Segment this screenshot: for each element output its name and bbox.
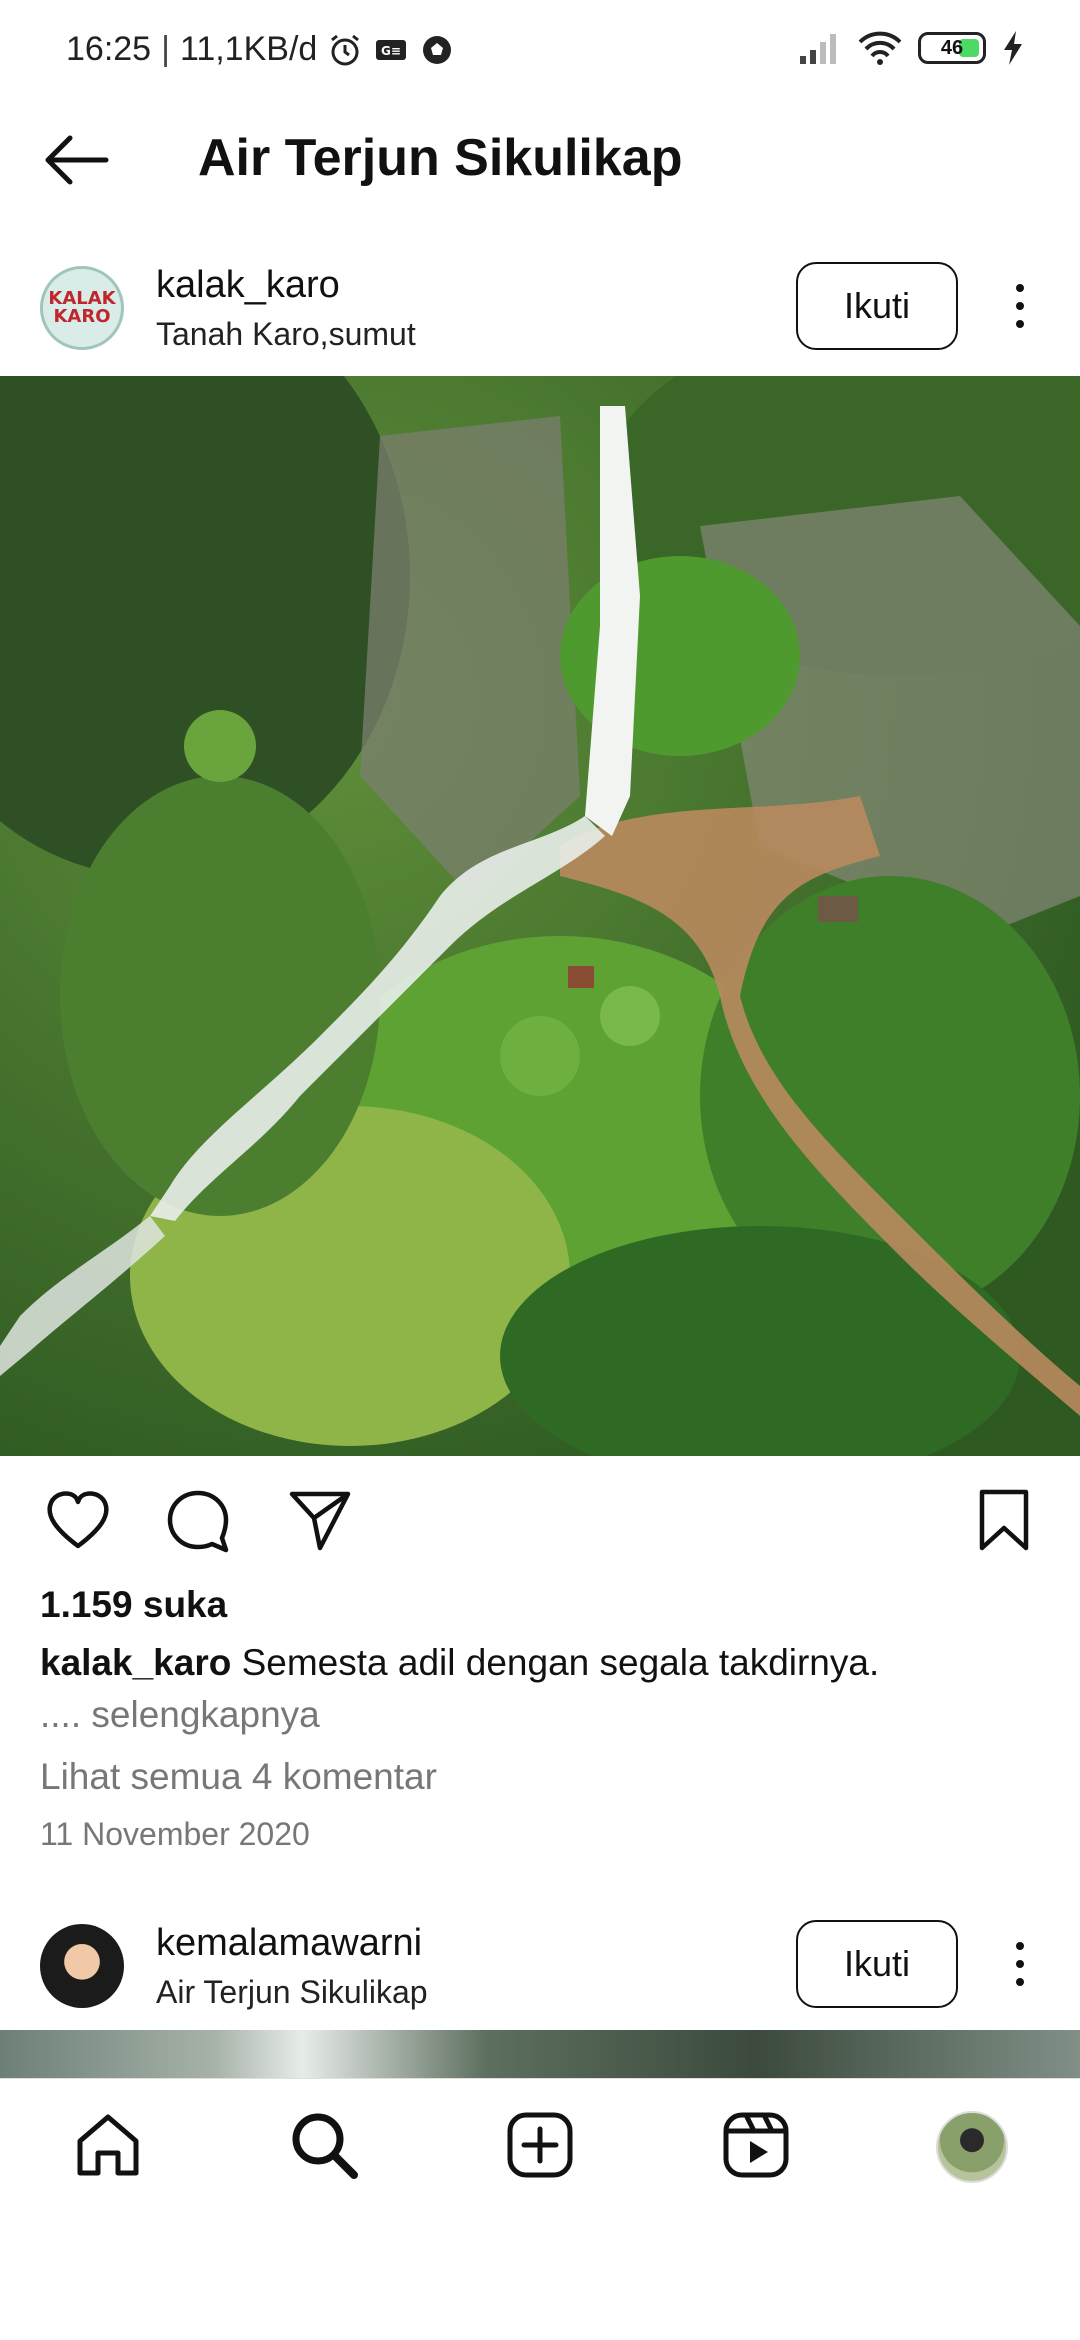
comment-icon[interactable] — [164, 1486, 232, 1554]
search-icon[interactable] — [288, 2109, 360, 2181]
more-options-icon[interactable] — [1000, 276, 1040, 336]
avatar[interactable] — [40, 1924, 124, 2008]
avatar[interactable]: KALAK KARO — [40, 266, 124, 350]
status-right: 46 — [798, 30, 1024, 66]
heart-icon[interactable] — [44, 1486, 112, 1554]
battery-icon: 46 — [918, 32, 986, 64]
likes-count[interactable]: 1.159 suka — [40, 1584, 227, 1626]
profile-avatar[interactable] — [936, 2111, 1008, 2183]
see-more-link[interactable]: .... selengkapnya — [40, 1694, 320, 1736]
alarm-icon — [331, 34, 360, 65]
follow-button[interactable]: Ikuti — [796, 1920, 958, 2008]
status-time: 16:25 — [66, 30, 152, 68]
status-left: 16:25 | 11,1KB/d G≡ — [66, 30, 455, 69]
signal-icon — [800, 34, 836, 64]
soccer-ball-icon — [423, 35, 452, 64]
more-dot — [1016, 302, 1024, 310]
page-title: Air Terjun Sikulikap — [198, 129, 683, 187]
follow-button[interactable]: Ikuti — [796, 262, 958, 350]
sim-icon: G≡ — [376, 39, 407, 60]
share-icon[interactable] — [286, 1486, 354, 1554]
more-dot — [1016, 284, 1024, 292]
battery-level: 46 — [940, 36, 964, 59]
reels-icon[interactable] — [720, 2109, 792, 2181]
post-header: kemalamawarni Air Terjun Sikulikap Ikuti — [0, 1900, 1080, 2020]
post-caption: kalak_karo Semesta adil dengan segala ta… — [40, 1642, 1040, 1684]
post-actions — [0, 1480, 1080, 1560]
more-options-icon[interactable] — [1000, 1934, 1040, 1994]
bottom-navigation — [0, 2078, 1080, 2210]
more-dot — [1016, 1960, 1024, 1968]
wifi-icon — [858, 31, 902, 65]
network-speed: 11,1KB/d — [179, 30, 318, 68]
view-comments-link[interactable]: Lihat semua 4 komentar — [40, 1756, 437, 1798]
post-location[interactable]: Air Terjun Sikulikap — [156, 1974, 428, 2011]
charging-icon — [1004, 31, 1022, 65]
caption-text: Semesta adil dengan segala takdirnya. — [231, 1642, 880, 1683]
status-separator: | — [161, 30, 170, 68]
post-username[interactable]: kalak_karo — [156, 264, 340, 307]
post-date: 11 November 2020 — [40, 1816, 310, 1852]
more-dot — [1016, 1942, 1024, 1950]
post-username[interactable]: kemalamawarni — [156, 1922, 422, 1965]
svg-text:G≡: G≡ — [381, 44, 401, 58]
system-bar — [0, 2210, 1080, 2340]
post-header: KALAK KARO kalak_karo Tanah Karo,sumut Ik… — [0, 242, 1080, 362]
add-post-icon[interactable] — [504, 2109, 576, 2181]
arrow-left-icon[interactable] — [40, 128, 112, 192]
caption-username[interactable]: kalak_karo — [40, 1642, 231, 1683]
post-photo[interactable] — [0, 2030, 1080, 2078]
home-icon[interactable] — [72, 2109, 144, 2181]
more-dot — [1016, 1978, 1024, 1986]
status-bar: 16:25 | 11,1KB/d G≡ 46 — [0, 0, 1080, 100]
post-location[interactable]: Tanah Karo,sumut — [156, 316, 416, 353]
more-dot — [1016, 320, 1024, 328]
waterfall-photo — [0, 376, 1080, 1456]
post-photo[interactable] — [0, 376, 1080, 1456]
bookmark-icon[interactable] — [970, 1486, 1038, 1554]
avatar-logo: KALAK KARO — [48, 288, 116, 327]
page-header: Air Terjun Sikulikap — [0, 110, 1080, 210]
